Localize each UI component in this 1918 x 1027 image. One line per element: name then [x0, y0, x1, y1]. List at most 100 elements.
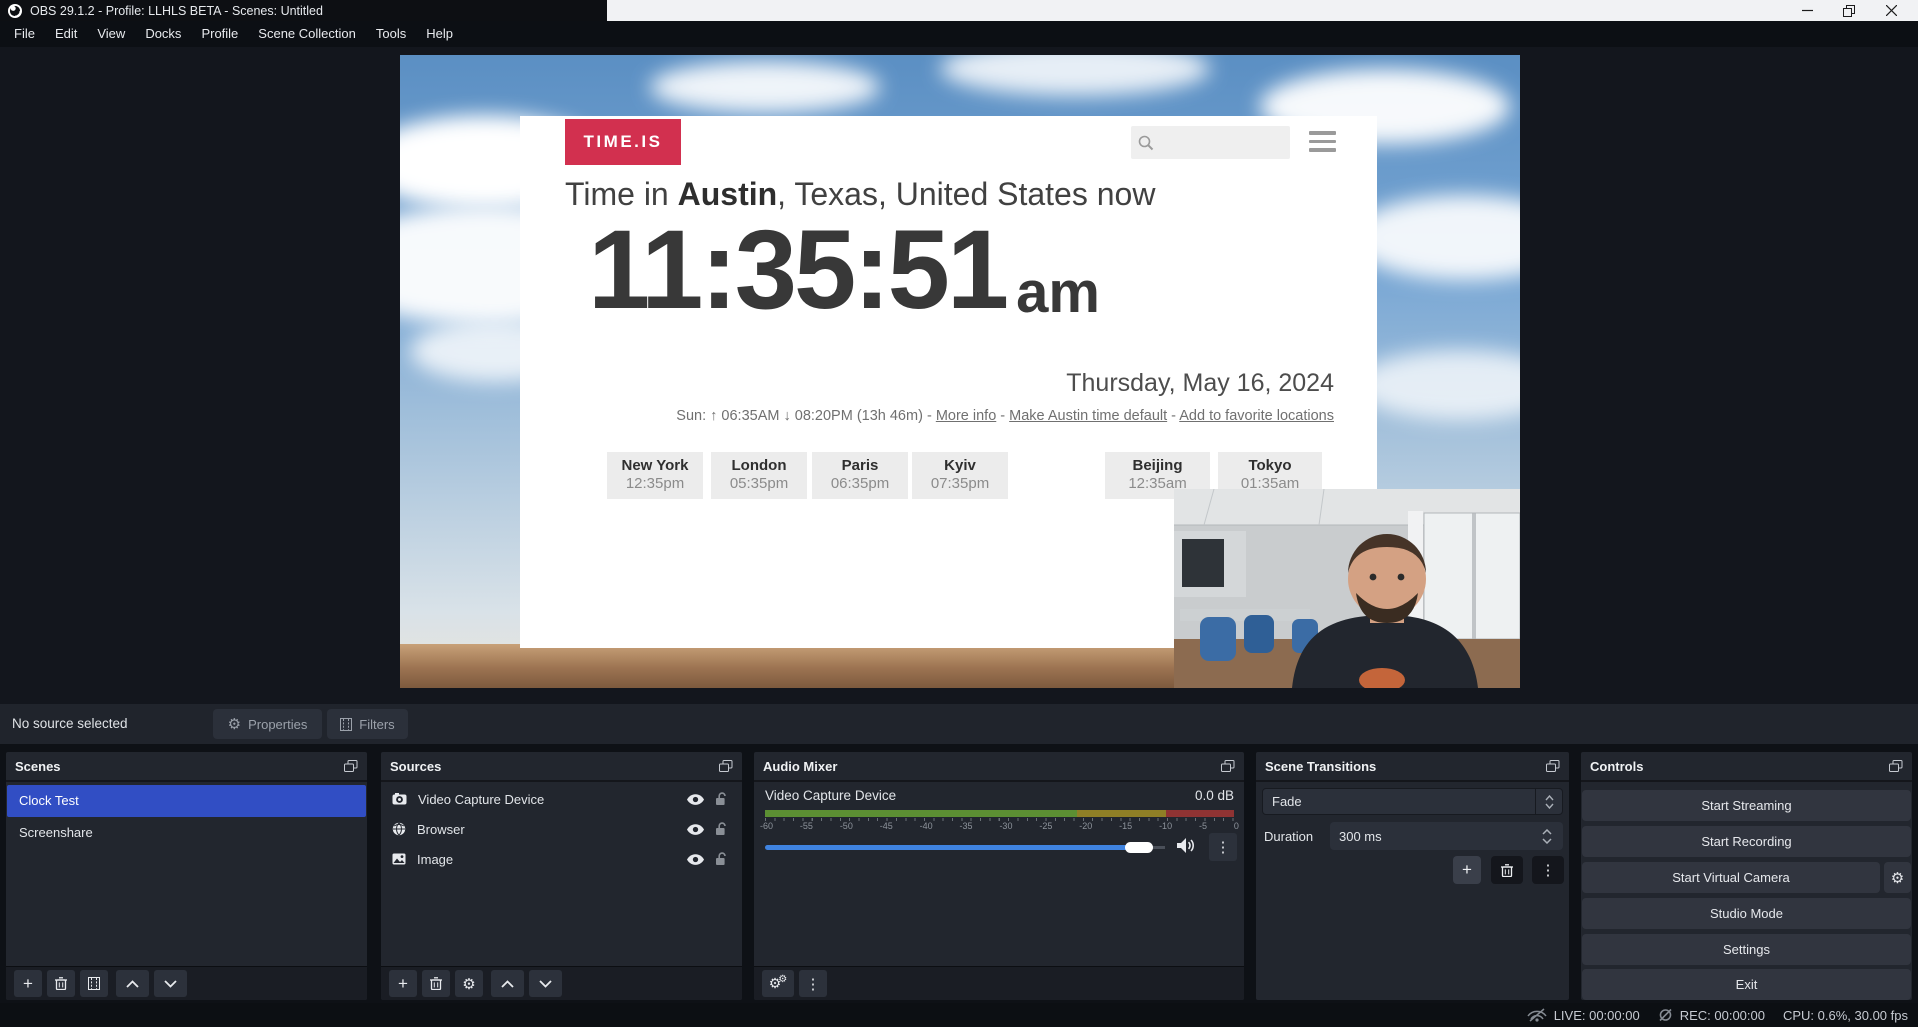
audio-mixer-toolbar: ⚙⚙ ⋮	[754, 966, 1244, 1000]
start-recording-button[interactable]: Start Recording	[1582, 826, 1911, 857]
more-info-link[interactable]: More info	[936, 408, 996, 424]
gear-icon: ⚙	[1891, 869, 1904, 887]
dock-area: Scenes Clock Test Screenshare +	[0, 744, 1918, 1003]
scene-item-screenshare[interactable]: Screenshare	[7, 817, 366, 849]
city-card-london[interactable]: London05:35pm	[711, 452, 807, 499]
audio-mixer-menu-button[interactable]: ⋮	[799, 970, 827, 997]
source-row-image[interactable]: Image	[382, 845, 741, 873]
remove-scene-button[interactable]	[47, 970, 75, 997]
window-controls	[1786, 0, 1912, 21]
filter-icon	[340, 718, 352, 731]
visibility-eye-icon[interactable]	[687, 794, 704, 805]
volume-meter	[765, 810, 1234, 817]
volume-slider[interactable]	[765, 845, 1165, 850]
scene-filters-button[interactable]	[80, 970, 108, 997]
search-box[interactable]	[1131, 126, 1290, 159]
menu-item-help[interactable]: Help	[416, 21, 463, 47]
add-favorite-link[interactable]: Add to favorite locations	[1179, 408, 1334, 424]
visibility-eye-icon[interactable]	[687, 824, 704, 835]
properties-button[interactable]: ⚙ Properties	[213, 709, 322, 739]
restore-button[interactable]	[1828, 0, 1870, 21]
rec-status: REC: 00:00:00	[1658, 1008, 1765, 1023]
scenes-toolbar: +	[6, 966, 367, 1000]
unlock-icon[interactable]	[715, 852, 727, 866]
chevron-up-icon	[126, 980, 139, 988]
chevron-down-icon	[539, 980, 552, 988]
rec-inactive-icon	[1658, 1008, 1673, 1022]
audio-channel-menu-button[interactable]: ⋮	[1209, 833, 1237, 861]
minimize-button[interactable]	[1786, 0, 1828, 21]
close-icon[interactable]	[1870, 0, 1912, 21]
scene-transitions-header: Scene Transitions	[1256, 752, 1569, 782]
select-chevrons-icon	[1535, 789, 1562, 814]
obs-window: OBS 29.1.2 - Profile: LLHLS BETA - Scene…	[0, 0, 1918, 1027]
menu-item-edit[interactable]: Edit	[45, 21, 87, 47]
visibility-eye-icon[interactable]	[687, 854, 704, 865]
menu-item-view[interactable]: View	[87, 21, 135, 47]
virtual-camera-row: Start Virtual Camera ⚙	[1582, 862, 1911, 893]
gears-icon-small: ⚙	[778, 974, 787, 985]
make-default-link[interactable]: Make Austin time default	[1009, 408, 1167, 424]
speaker-icon[interactable]	[1177, 838, 1195, 858]
menu-item-file[interactable]: File	[4, 21, 45, 47]
live-status: LIVE: 00:00:00	[1527, 1008, 1640, 1023]
scene-item-clock-test[interactable]: Clock Test	[7, 785, 366, 817]
settings-button[interactable]: Settings	[1582, 934, 1911, 965]
city-card-paris[interactable]: Paris06:35pm	[812, 452, 908, 499]
titlebar-app-region: OBS 29.1.2 - Profile: LLHLS BETA - Scene…	[0, 0, 607, 21]
sources-panel: Sources Video Capture Device	[381, 752, 742, 1000]
advanced-audio-button[interactable]: ⚙⚙	[762, 970, 794, 997]
add-scene-button[interactable]: +	[14, 970, 42, 997]
timeis-logo[interactable]: TIME.IS	[565, 119, 681, 165]
move-source-down-button[interactable]	[529, 970, 562, 997]
duration-spinner[interactable]: 300 ms	[1330, 822, 1563, 850]
live-time: LIVE: 00:00:00	[1554, 1008, 1640, 1023]
studio-mode-button[interactable]: Studio Mode	[1582, 898, 1911, 929]
popout-icon	[1221, 760, 1235, 773]
unlock-icon[interactable]	[715, 792, 727, 806]
menu-item-tools[interactable]: Tools	[366, 21, 416, 47]
spinner-down-icon[interactable]	[1542, 838, 1552, 844]
source-row-browser[interactable]: Browser	[382, 815, 741, 843]
exit-button[interactable]: Exit	[1582, 969, 1911, 1000]
remove-transition-button[interactable]	[1491, 856, 1523, 884]
move-scene-down-button[interactable]	[154, 970, 187, 997]
spinner-up-icon[interactable]	[1542, 829, 1552, 835]
virtual-camera-settings-button[interactable]: ⚙	[1884, 862, 1911, 893]
popout-icon	[1889, 760, 1903, 773]
move-scene-up-button[interactable]	[116, 970, 149, 997]
workspace: TIME.IS Time in Austin, Texas, United St…	[0, 47, 1918, 704]
scenes-panel-title: Scenes	[15, 759, 61, 774]
preview-canvas[interactable]: TIME.IS Time in Austin, Texas, United St…	[400, 55, 1520, 688]
scene-transitions-panel: Scene Transitions Fade Duration 300 ms	[1256, 752, 1569, 1000]
menu-item-profile[interactable]: Profile	[191, 21, 248, 47]
window-title: OBS 29.1.2 - Profile: LLHLS BETA - Scene…	[30, 4, 323, 18]
transition-menu-button[interactable]: ⋮	[1532, 856, 1564, 884]
city-card-kyiv[interactable]: Kyiv07:35pm	[912, 452, 1008, 499]
add-transition-button[interactable]: +	[1453, 856, 1481, 884]
menu-item-docks[interactable]: Docks	[135, 21, 191, 47]
start-virtual-camera-button[interactable]: Start Virtual Camera	[1582, 862, 1880, 893]
sources-toolbar: + ⚙	[381, 966, 742, 1000]
city-card-new-york[interactable]: New York12:35pm	[607, 452, 703, 499]
source-properties-button[interactable]: ⚙	[455, 970, 483, 997]
move-source-up-button[interactable]	[491, 970, 524, 997]
webcam-overlay[interactable]	[1174, 489, 1520, 688]
hamburger-menu-icon[interactable]	[1309, 131, 1336, 152]
popout-icon	[1546, 760, 1560, 773]
search-input[interactable]	[1160, 134, 1279, 151]
add-source-button[interactable]: +	[389, 970, 417, 997]
volume-slider-handle[interactable]	[1125, 842, 1153, 853]
chevron-up-icon	[501, 980, 514, 988]
source-row-video-capture-device[interactable]: Video Capture Device	[382, 785, 741, 813]
transition-buttons-row: + ⋮	[1256, 856, 1564, 884]
start-streaming-button[interactable]: Start Streaming	[1582, 790, 1911, 821]
filter-icon	[88, 977, 100, 990]
transition-select[interactable]: Fade	[1262, 788, 1563, 815]
controls-title: Controls	[1590, 759, 1643, 774]
remove-source-button[interactable]	[422, 970, 450, 997]
scenes-panel-header: Scenes	[6, 752, 367, 782]
filters-button[interactable]: Filters	[327, 709, 408, 739]
unlock-icon[interactable]	[715, 822, 727, 836]
menu-item-scene-collection[interactable]: Scene Collection	[248, 21, 366, 47]
